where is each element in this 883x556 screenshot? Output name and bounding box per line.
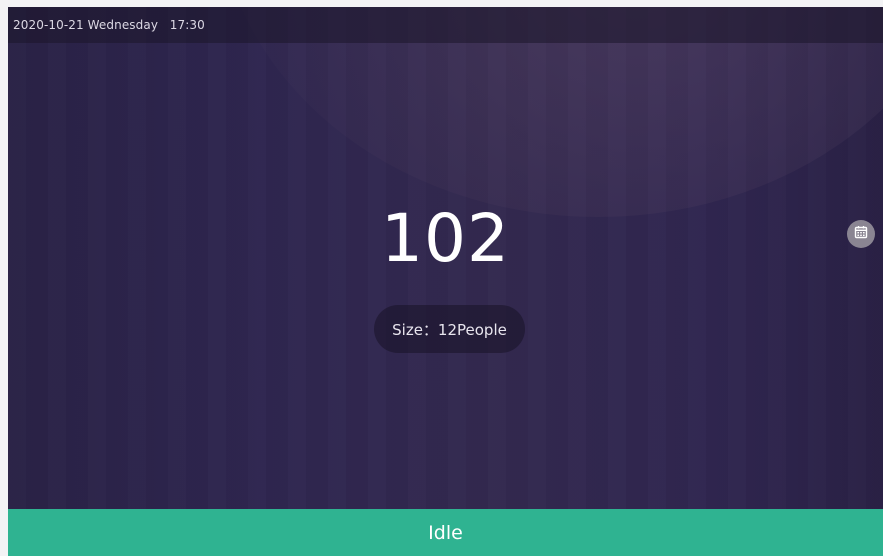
- room-status-bar: Idle: [8, 509, 883, 556]
- calendar-icon: [854, 225, 868, 244]
- calendar-button[interactable]: [847, 220, 875, 248]
- date-time: 2020-10-21 Wednesday 17:30: [13, 18, 205, 32]
- room-display-screen: 2020-10-21 Wednesday 17:30 102 Size：12Pe…: [8, 7, 883, 556]
- room-status-label: Idle: [428, 521, 463, 544]
- room-size-badge: Size：12People: [374, 305, 525, 353]
- top-bar: 2020-10-21 Wednesday 17:30: [8, 7, 883, 43]
- room-number: 102: [381, 200, 510, 277]
- room-size-label: Size：12People: [392, 320, 507, 339]
